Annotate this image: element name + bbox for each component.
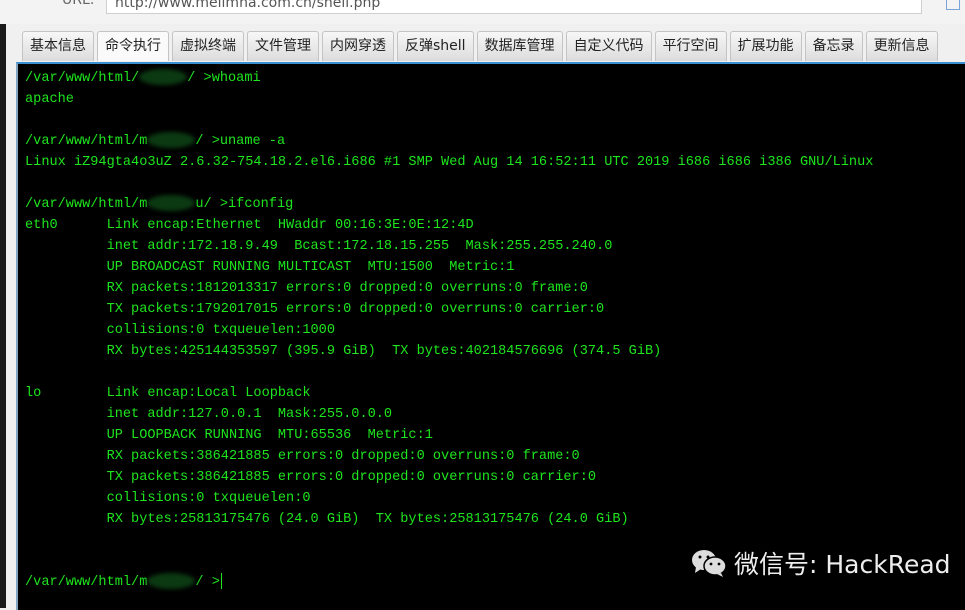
line-text: Linux iZ94gta4o3uZ 2.6.32-754.18.2.el6.i… bbox=[25, 155, 874, 170]
line-text: collisions:0 txqueuelen:1000 bbox=[25, 323, 335, 338]
tab-3[interactable]: 文件管理 bbox=[247, 31, 319, 61]
line-text: lo Link encap:Local Loopback bbox=[25, 386, 311, 401]
line-text: TX packets:1792017015 errors:0 dropped:0… bbox=[25, 302, 605, 317]
terminal-line: collisions:0 txqueuelen:1000 bbox=[25, 320, 873, 341]
url-label: URL: bbox=[62, 0, 95, 8]
terminal-line: RX packets:1812013317 errors:0 dropped:0… bbox=[25, 278, 873, 299]
tab-9[interactable]: 扩展功能 bbox=[729, 31, 802, 61]
terminal-line: UP LOOPBACK RUNNING MTU:65536 Metric:1 bbox=[25, 425, 873, 446]
redacted-blur bbox=[147, 132, 196, 149]
url-side-button[interactable] bbox=[946, 0, 960, 10]
terminal-line: inet addr:127.0.0.1 Mask:255.0.0.0 bbox=[25, 404, 873, 425]
terminal-line: RX packets:386421885 errors:0 dropped:0 … bbox=[25, 446, 873, 467]
line-text: RX packets:386421885 errors:0 dropped:0 … bbox=[25, 449, 580, 464]
terminal-line: TX packets:386421885 errors:0 dropped:0 … bbox=[25, 467, 873, 488]
terminal-line: inet addr:172.18.9.49 Bcast:172.18.15.25… bbox=[25, 236, 873, 257]
line-text: RX bytes:25813175476 (24.0 GiB) TX bytes… bbox=[25, 512, 629, 527]
terminal-line: eth0 Link encap:Ethernet HWaddr 00:16:3E… bbox=[25, 215, 873, 236]
line-text: RX packets:1812013317 errors:0 dropped:0… bbox=[25, 281, 588, 296]
line-text: apache bbox=[25, 92, 74, 107]
tab-4[interactable]: 内网穿透 bbox=[322, 31, 394, 61]
tab-7[interactable]: 自定义代码 bbox=[565, 31, 652, 61]
text-cursor[interactable] bbox=[220, 573, 222, 590]
terminal-line: lo Link encap:Local Loopback bbox=[25, 383, 873, 404]
terminal-line: TX packets:1792017015 errors:0 dropped:0… bbox=[25, 299, 873, 320]
line-text: /var/www/html/m bbox=[25, 134, 148, 149]
line-text: UP LOOPBACK RUNNING MTU:65536 Metric:1 bbox=[25, 428, 433, 443]
command-text: u/ >ifconfig bbox=[195, 197, 294, 212]
line-text: /var/www/html/m bbox=[25, 575, 148, 590]
wechat-icon bbox=[692, 550, 727, 577]
line-text: collisions:0 txqueuelen:0 bbox=[25, 491, 311, 506]
tab-8[interactable]: 平行空间 bbox=[654, 31, 727, 61]
tab-0[interactable]: 基本信息 bbox=[22, 31, 94, 61]
command-text: / >uname -a bbox=[195, 134, 286, 149]
line-text: eth0 Link encap:Ethernet HWaddr 00:16:3E… bbox=[25, 218, 474, 233]
tab-1[interactable]: 命令执行 bbox=[97, 31, 169, 61]
tab-11[interactable]: 更新信息 bbox=[865, 31, 938, 61]
tab-bar: 基本信息 命令执行 虚拟终端 文件管理 内网穿透 反弹shell 数据库管理 自定义代码 平行空… bbox=[22, 31, 938, 61]
watermark-text: 微信号: HackRead bbox=[734, 550, 951, 579]
line-text: inet addr:172.18.9.49 Bcast:172.18.15.25… bbox=[25, 239, 613, 254]
redacted-blur bbox=[147, 195, 196, 212]
url-input[interactable]: http://www.meiimna.com.cn/shell.php bbox=[106, 0, 922, 14]
terminal-line: Linux iZ94gta4o3uZ 2.6.32-754.18.2.el6.i… bbox=[25, 152, 873, 173]
line-text: UP BROADCAST RUNNING MULTICAST MTU:1500 … bbox=[25, 260, 515, 275]
window-edge bbox=[0, 0, 6, 608]
line-text: /var/www/html/m bbox=[25, 197, 148, 212]
terminal-output[interactable]: /var/www/html/ / >whoami apache/var/www/ht… bbox=[16, 62, 965, 610]
tab-6[interactable]: 数据库管理 bbox=[476, 31, 563, 61]
terminal-line: /var/www/html/ / >whoami bbox=[25, 68, 873, 89]
terminal-line: apache bbox=[25, 89, 873, 110]
line-text: /var/www/html/ bbox=[25, 71, 140, 86]
tab-2[interactable]: 虚拟终端 bbox=[172, 31, 244, 61]
url-bar: URL: http://www.meiimna.com.cn/shell.php bbox=[0, 0, 965, 24]
watermark: 微信号: HackRead bbox=[690, 545, 951, 581]
terminal-line: /var/www/html/m u/ >ifconfig bbox=[25, 194, 873, 215]
terminal-line: RX bytes:25813175476 (24.0 GiB) TX bytes… bbox=[25, 509, 873, 530]
line-text: TX packets:386421885 errors:0 dropped:0 … bbox=[25, 470, 597, 485]
line-text: RX bytes:425144353597 (395.9 GiB) TX byt… bbox=[25, 344, 662, 359]
terminal-line: collisions:0 txqueuelen:0 bbox=[25, 488, 873, 509]
tab-10[interactable]: 备忘录 bbox=[804, 31, 863, 61]
terminal-lines: /var/www/html/ / >whoami apache/var/www/ht… bbox=[25, 68, 873, 593]
redacted-blur bbox=[147, 573, 196, 590]
command-text: / > bbox=[195, 575, 220, 590]
tab-5[interactable]: 反弹shell bbox=[397, 31, 474, 61]
terminal-line: UP BROADCAST RUNNING MULTICAST MTU:1500 … bbox=[25, 257, 873, 278]
command-text: / >whoami bbox=[187, 71, 261, 86]
terminal-line: RX bytes:425144353597 (395.9 GiB) TX byt… bbox=[25, 341, 873, 362]
line-text: inet addr:127.0.0.1 Mask:255.0.0.0 bbox=[25, 407, 393, 422]
redacted-blur bbox=[139, 69, 188, 86]
terminal-line: /var/www/html/m / >uname -a bbox=[25, 131, 873, 152]
